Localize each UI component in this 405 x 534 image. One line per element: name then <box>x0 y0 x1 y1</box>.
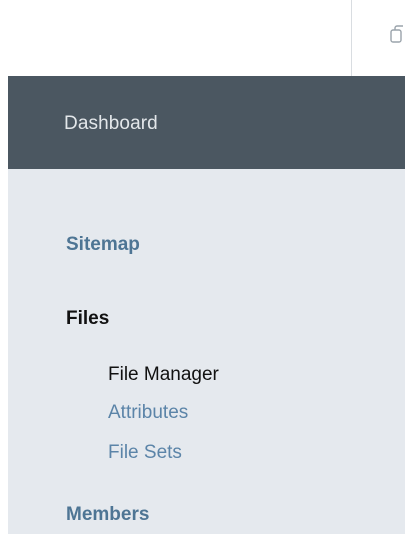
toolbar-divider <box>351 0 352 76</box>
dashboard-link[interactable]: Dashboard <box>64 113 158 135</box>
nav-item-sitemap[interactable]: Sitemap <box>66 234 140 256</box>
nav-subitem-file-sets[interactable]: File Sets <box>108 442 182 464</box>
copy-icon[interactable] <box>386 24 405 46</box>
nav-subitem-file-manager[interactable]: File Manager <box>108 364 219 386</box>
dashboard-nav-panel: Dashboard Sitemap Files File Manager Att… <box>8 76 405 534</box>
panel-header: Dashboard <box>8 76 405 169</box>
nav-subitem-attributes[interactable]: Attributes <box>108 402 188 424</box>
nav-item-files[interactable]: Files <box>66 308 109 330</box>
top-toolbar <box>0 0 405 76</box>
nav-item-members[interactable]: Members <box>66 504 149 526</box>
